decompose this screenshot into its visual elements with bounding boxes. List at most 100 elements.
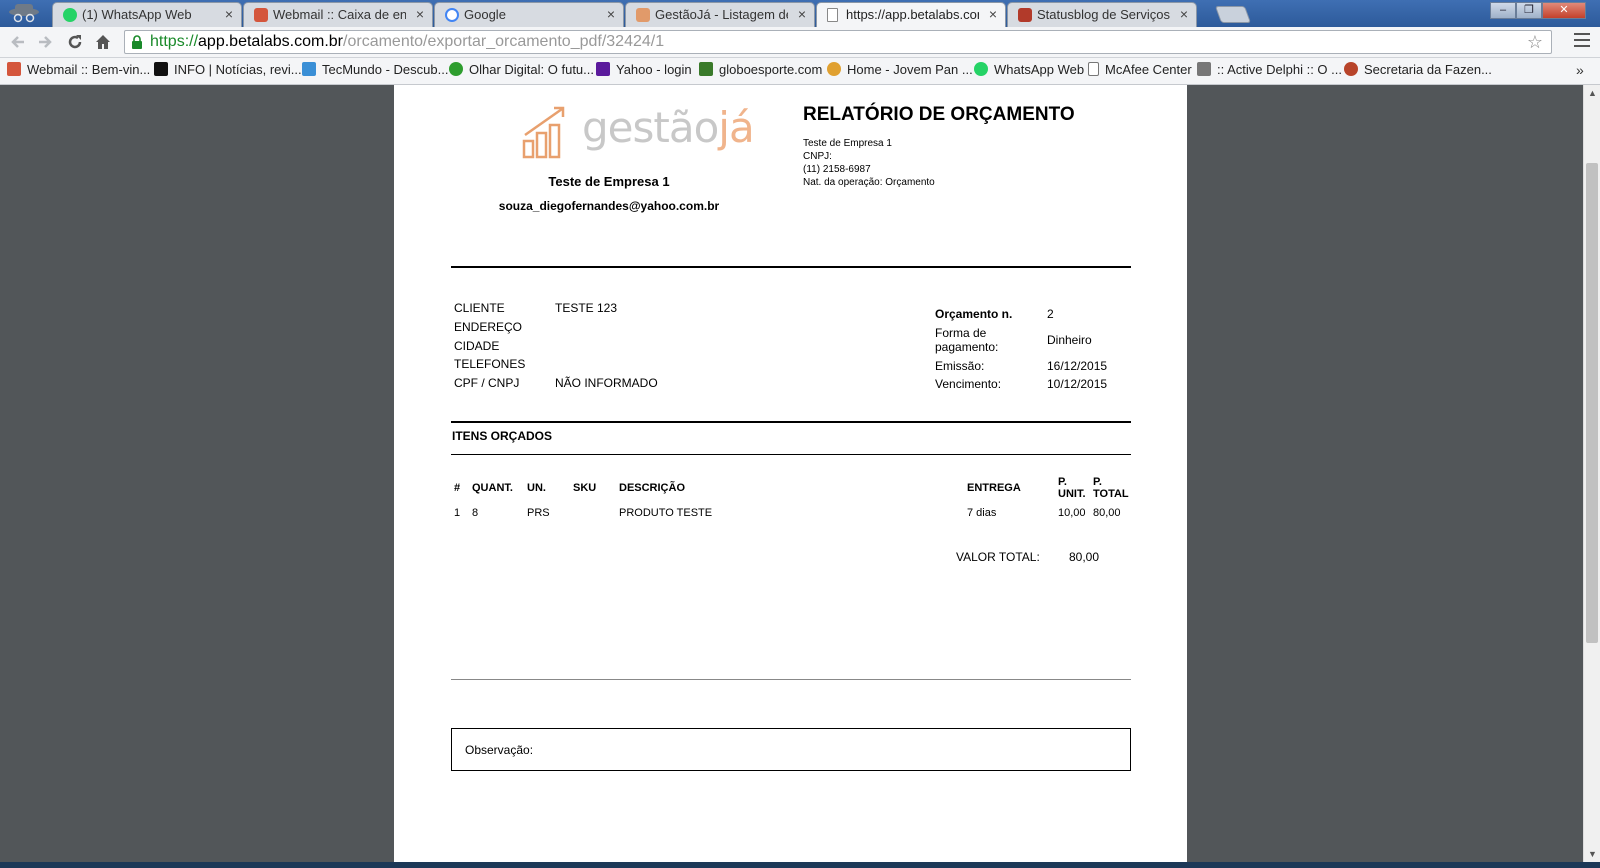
scrollbar-thumb[interactable] (1586, 163, 1598, 643)
due-value: 10/12/2015 (1047, 377, 1108, 391)
home-button[interactable] (91, 31, 115, 53)
tab-close-icon[interactable]: × (607, 6, 615, 22)
column-header-num: # (454, 482, 461, 494)
window-close-button[interactable]: ✕ (1542, 2, 1586, 19)
cpf-cnpj-label: CPF / CNPJ (454, 376, 520, 390)
bookmark-label: Secretaria da Fazen... (1364, 62, 1492, 77)
bookmark-label: Home - Jovem Pan ... (847, 62, 973, 77)
new-tab-button[interactable] (1214, 6, 1252, 23)
page-icon (827, 8, 838, 22)
tab-google[interactable]: Google × (434, 2, 624, 27)
payment-label-line2: pagamento: (935, 340, 999, 354)
bookmark-star-icon[interactable]: ☆ (1527, 32, 1543, 53)
address-label: ENDEREÇO (454, 320, 523, 334)
company-email: souza_diegofernandes@yahoo.com.br (498, 199, 720, 213)
tab-title: Statusblog de Serviços da (1037, 7, 1170, 22)
forward-button[interactable] (33, 31, 57, 53)
back-button[interactable] (6, 31, 30, 53)
tab-betalabs[interactable]: https://app.betalabs.com.br/orcamento × (816, 2, 1006, 27)
tab-whatsapp[interactable]: (1) WhatsApp Web × (52, 2, 242, 27)
divider (451, 266, 1131, 268)
tab-close-icon[interactable]: × (798, 6, 806, 22)
tab-gestaoja[interactable]: GestãoJá - Listagem de orçamentos × (625, 2, 815, 27)
bookmark-olhardigital[interactable]: Olhar Digital: O futu... (449, 62, 594, 80)
bookmarks-bar: Webmail :: Bem-vin... INFO | Notícias, r… (0, 58, 1600, 85)
header-company: Teste de Empresa 1 (803, 138, 892, 149)
webmail-icon (7, 62, 21, 76)
bookmark-activedelphi[interactable]: :: Active Delphi :: O ... (1197, 62, 1342, 80)
bookmark-label: INFO | Notícias, revi... (174, 62, 302, 77)
tab-title: Webmail :: Caixa de entrada (273, 7, 406, 22)
bookmark-webmail[interactable]: Webmail :: Bem-vin... (7, 62, 150, 80)
divider (451, 454, 1131, 455)
issue-value: 16/12/2015 (1047, 359, 1108, 373)
bookmark-jovempan[interactable]: Home - Jovem Pan ... (827, 62, 973, 80)
bookmark-label: globoesporte.com (719, 62, 823, 77)
arrow-right-icon (39, 36, 52, 48)
info-icon (154, 62, 168, 76)
browser-toolbar: https://app.betalabs.com.br/orcamento/ex… (0, 27, 1600, 58)
gestaoja-icon (636, 8, 650, 22)
bookmark-info[interactable]: INFO | Notícias, revi... (154, 62, 302, 80)
client-label: CLIENTE (454, 301, 505, 315)
scroll-up-icon[interactable]: ▲ (1588, 88, 1597, 98)
tab-webmail[interactable]: Webmail :: Caixa de entrada × (243, 2, 433, 27)
bookmarks-overflow-button[interactable]: » (1576, 62, 1584, 78)
bookmark-globoesporte[interactable]: globoesporte.com (699, 62, 822, 80)
whatsapp-icon (63, 8, 77, 22)
webmail-icon (254, 8, 268, 22)
maximize-button[interactable]: ❐ (1516, 2, 1542, 19)
home-icon (96, 35, 110, 49)
pdf-viewport[interactable]: gestãojá Teste de Empresa 1 souza_diegof… (0, 85, 1583, 862)
whatsapp-icon (974, 62, 988, 76)
budget-number-value: 2 (1047, 307, 1054, 321)
tab-close-icon[interactable]: × (989, 6, 997, 22)
report-title: RELATÓRIO DE ORÇAMENTO (803, 104, 1075, 125)
item-qty: 8 (472, 507, 479, 519)
url-host: app.betalabs.com.br (198, 33, 344, 50)
address-bar[interactable]: https://app.betalabs.com.br/orcamento/ex… (124, 30, 1552, 54)
bookmark-label: McAfee Center (1105, 62, 1192, 77)
item-unit-price: 10,00 (1058, 507, 1086, 519)
lock-icon (132, 35, 142, 49)
client-value: TESTE 123 (555, 301, 618, 315)
vertical-scrollbar[interactable]: ▲ ▼ (1583, 85, 1600, 862)
tab-close-icon[interactable]: × (416, 6, 424, 22)
logo-text-gray: gestão (582, 103, 719, 152)
header-operation: Nat. da operação: Orçamento (803, 177, 935, 188)
chrome-menu-icon[interactable] (1574, 33, 1590, 51)
reload-button[interactable] (63, 31, 87, 53)
bookmark-tecmundo[interactable]: TecMundo - Descub... (302, 62, 448, 80)
bookmark-whatsapp[interactable]: WhatsApp Web (974, 62, 1084, 80)
scroll-down-icon[interactable]: ▼ (1588, 849, 1597, 859)
header-cnpj: CNPJ: (803, 151, 832, 162)
items-section-title: ITENS ORÇADOS (452, 429, 553, 443)
bookmark-yahoo[interactable]: Yahoo - login (596, 62, 692, 80)
gestaoja-logo: gestãojá (522, 103, 755, 161)
payment-label-line1: Forma de (935, 326, 987, 340)
bar-chart-logo-icon (522, 106, 565, 159)
column-header-description: DESCRIÇÃO (619, 482, 686, 494)
tab-close-icon[interactable]: × (1180, 6, 1188, 22)
logo-text-orange: já (718, 103, 754, 152)
minimize-button[interactable]: – (1490, 2, 1516, 19)
bookmark-label: :: Active Delphi :: O ... (1217, 62, 1342, 77)
tab-statusblog[interactable]: Statusblog de Serviços da × (1007, 2, 1197, 27)
item-unit: PRS (527, 507, 550, 519)
tab-close-icon[interactable]: × (225, 6, 233, 22)
ge-icon (699, 62, 713, 76)
phones-label: TELEFONES (454, 357, 526, 371)
budget-number-label: Orçamento n. (935, 307, 1013, 321)
column-header-sku: SKU (573, 482, 597, 494)
issue-label: Emissão: (935, 359, 985, 373)
column-header-qty: QUANT. (472, 482, 513, 494)
divider (451, 421, 1131, 423)
url-text: https://app.betalabs.com.br/orcamento/ex… (150, 33, 664, 51)
item-description: PRODUTO TESTE (619, 507, 713, 519)
olhardigital-icon (449, 62, 463, 76)
bookmark-secretaria[interactable]: Secretaria da Fazen... (1344, 62, 1492, 80)
bookmark-mcafee[interactable]: McAfee Center (1088, 62, 1192, 80)
taskbar (0, 862, 1600, 868)
incognito-icon (9, 4, 39, 23)
company-name: Teste de Empresa 1 (548, 174, 670, 189)
